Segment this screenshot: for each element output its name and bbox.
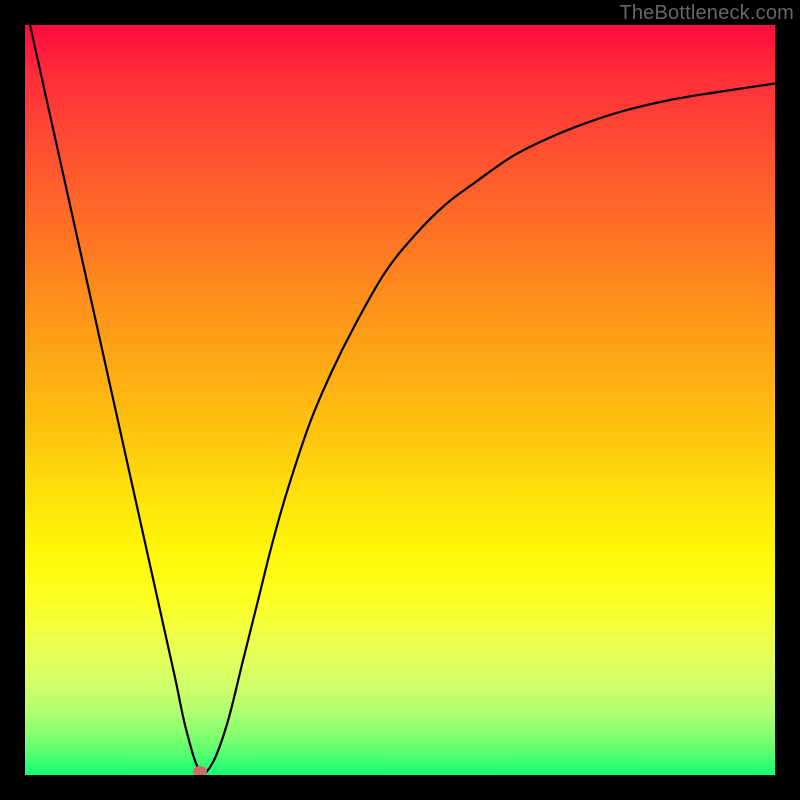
plot-area [25, 25, 775, 775]
chart-frame: TheBottleneck.com [0, 0, 800, 800]
watermark-text: TheBottleneck.com [619, 2, 794, 25]
minimum-marker [193, 766, 207, 776]
bottleneck-curve [25, 25, 775, 775]
